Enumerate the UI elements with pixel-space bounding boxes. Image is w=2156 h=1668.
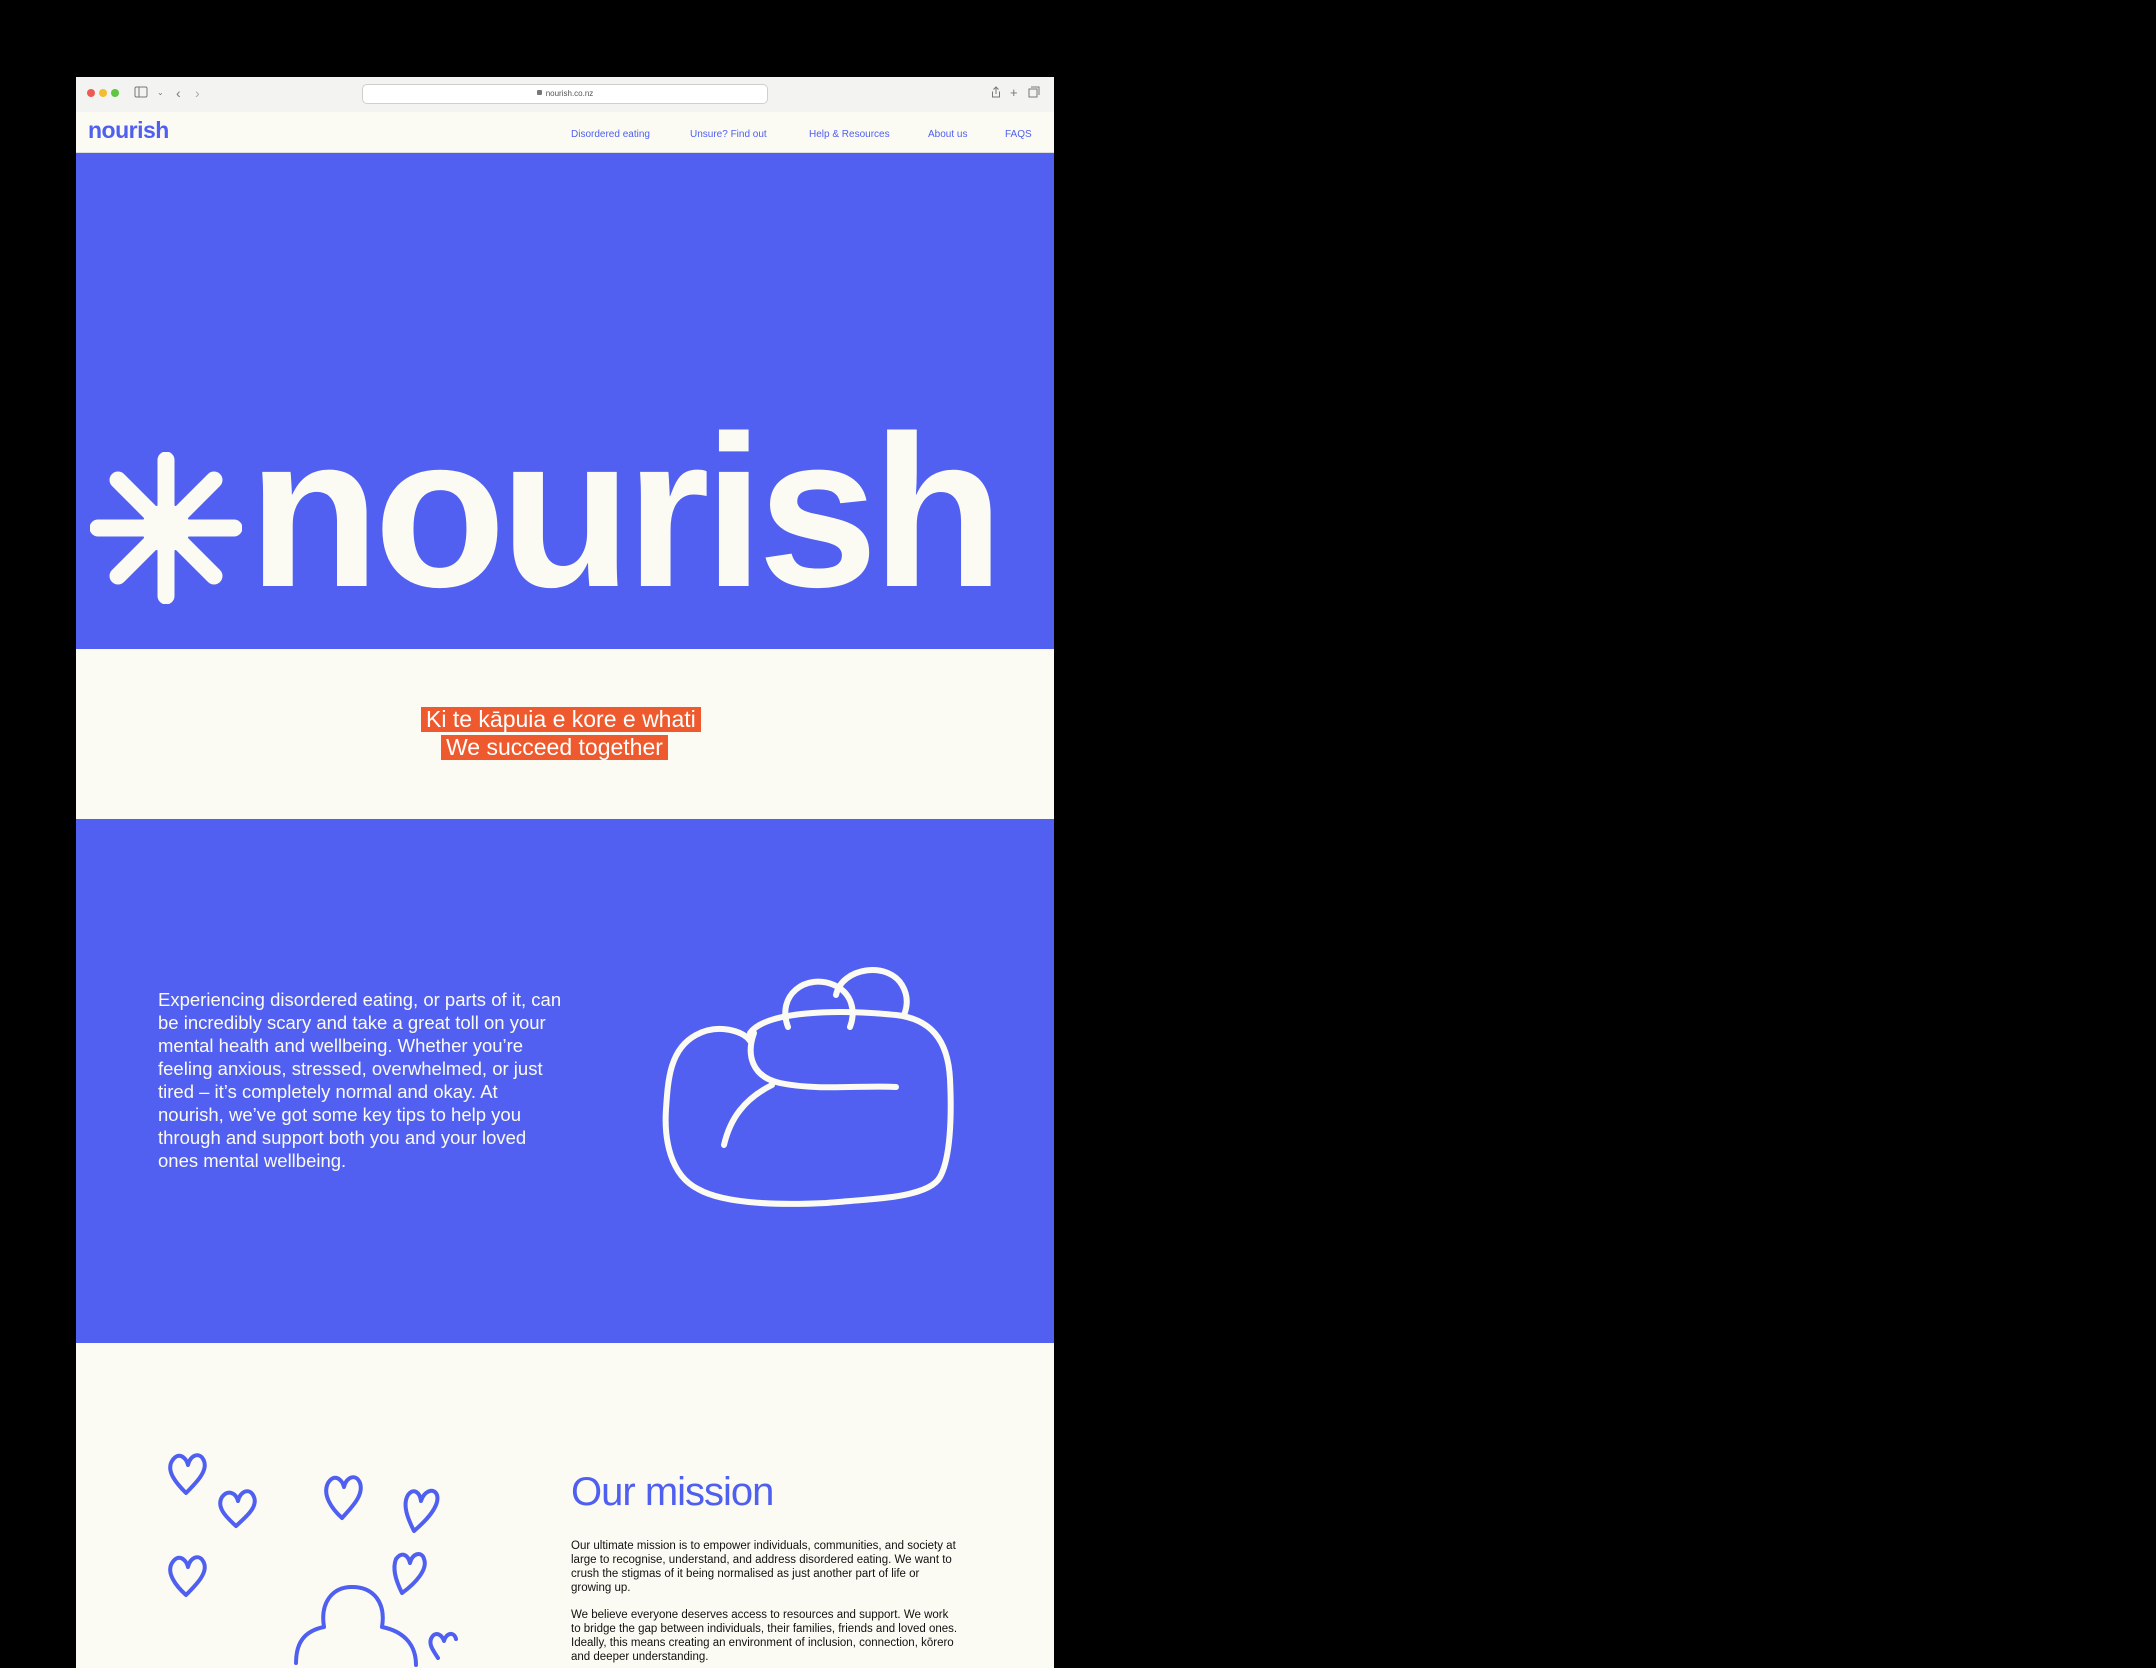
tagline-english: We succeed together: [441, 735, 668, 760]
zoom-window-button[interactable]: [111, 89, 119, 97]
mission-paragraph-1: Our ultimate mission is to empower indiv…: [571, 1539, 956, 1594]
mission-heading-bold: mission: [644, 1470, 775, 1514]
lock-icon: [536, 90, 542, 96]
nav-help-resources[interactable]: Help & Resources: [809, 129, 890, 140]
intro-section: Experiencing disordered eating, or parts…: [76, 819, 1054, 1343]
mission-section: Our mission Our ultimate mission is to e…: [76, 1343, 1054, 1668]
site-logo[interactable]: nourish: [88, 117, 169, 144]
chevron-down-icon[interactable]: ⌄: [157, 86, 164, 100]
nav-about-us[interactable]: About us: [928, 129, 967, 140]
tab-overview-icon[interactable]: [1028, 86, 1040, 101]
browser-toolbar: ⌄ ‹ › nourish.co.nz +: [76, 77, 1054, 113]
url-text: nourish.co.nz: [545, 89, 594, 98]
forward-icon[interactable]: ›: [195, 86, 200, 100]
share-icon[interactable]: [991, 86, 1001, 101]
nav-disordered-eating[interactable]: Disordered eating: [571, 129, 650, 140]
browser-window: ⌄ ‹ › nourish.co.nz + nourish Disordered…: [76, 77, 1054, 1668]
asterisk-icon: [90, 452, 242, 604]
tagline-maori: Ki te kāpuia e kore e whati: [421, 707, 701, 732]
hero-section: nourish: [76, 153, 1054, 649]
intro-paragraph: Experiencing disordered eating, or parts…: [158, 988, 562, 1171]
minimize-window-button[interactable]: [99, 89, 107, 97]
site-header: nourish Disordered eating Unsure? Find o…: [76, 112, 1054, 153]
mission-heading-light: Our: [571, 1470, 636, 1514]
mission-paragraph-2: We believe everyone deserves access to r…: [571, 1608, 958, 1663]
nav-unsure-find-out[interactable]: Unsure? Find out: [690, 129, 767, 140]
tagline-section: Ki te kāpuia e kore e whati We succeed t…: [76, 649, 1054, 819]
nav-faqs[interactable]: FAQS: [1005, 129, 1032, 140]
address-bar[interactable]: nourish.co.nz: [362, 84, 768, 104]
new-tab-icon[interactable]: +: [1010, 86, 1018, 100]
close-window-button[interactable]: [87, 89, 95, 97]
hero-wordmark: nourish: [248, 390, 1004, 632]
hearts-illustration: [168, 1453, 458, 1667]
mission-heading: Our mission: [571, 1469, 775, 1515]
back-icon[interactable]: ‹: [176, 86, 181, 100]
hands-illustration: [662, 967, 954, 1207]
sidebar-toggle-icon[interactable]: [134, 86, 148, 101]
